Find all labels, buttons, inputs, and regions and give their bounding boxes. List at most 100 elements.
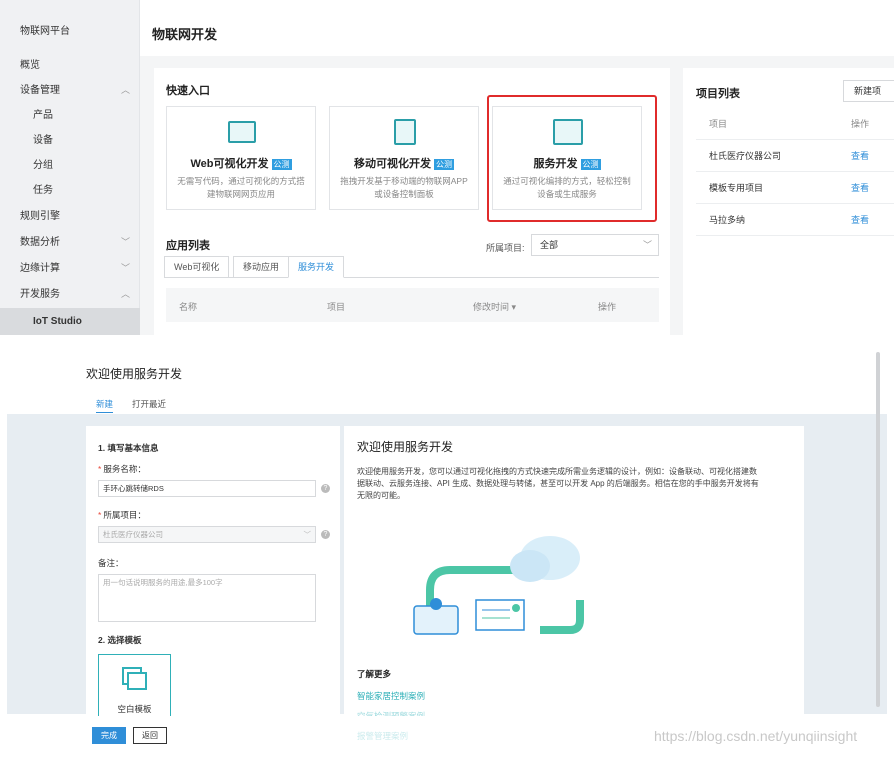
chevron-down-icon: ﹀ <box>303 530 312 539</box>
project-filter-select[interactable]: 全部 ﹀ <box>531 234 659 256</box>
project-list-panel: 项目列表 新建项 项目 操作 杜氏医疗仪器公司 查看 模板专用项目 查看 马拉多… <box>683 68 894 335</box>
sidebar-item-product[interactable]: 产品 <box>0 103 140 128</box>
tab-new[interactable]: 新建 <box>96 398 114 413</box>
service-name-input[interactable]: 手环心跳转储RDS <box>98 480 316 497</box>
sidebar-label: 分组 <box>33 160 53 171</box>
learn-more-title: 了解更多 <box>357 669 392 679</box>
sidebar: 物联网平台 概览 设备管理 ︿ 产品 设备 分组 任务 规则引擎 数据分析 ﹀ 边缘… <box>0 0 140 335</box>
project-select-value: 杜氏医疗仪器公司 <box>103 530 163 539</box>
note-label: 备注： <box>98 558 124 568</box>
page-title: 物联网开发 <box>152 27 218 42</box>
col-actions: 操作 <box>598 302 617 312</box>
back-button[interactable]: 返回 <box>133 727 167 744</box>
label-text: 所属项目： <box>103 510 146 520</box>
top-header <box>140 0 894 56</box>
web-visual-icon <box>228 121 256 143</box>
card-desc: 拖拽开发基于移动端的物联网APP或设备控制面板 <box>340 176 468 199</box>
watermark: https://blog.csdn.net/yunqiinsight <box>654 728 858 744</box>
service-name-label: * 服务名称： <box>98 463 146 475</box>
project-name: 模板专用项目 <box>709 183 764 193</box>
beta-badge: 公测 <box>434 159 454 170</box>
dialog-title: 欢迎使用服务开发 <box>86 367 183 381</box>
project-filter-label: 所属项目: <box>486 243 525 253</box>
sidebar-label: 开发服务 <box>20 289 60 300</box>
sidebar-item-edge[interactable]: 边缘计算 ﹀ <box>0 256 140 281</box>
section-basic-info: 1. 填写基本信息 <box>98 443 159 453</box>
sidebar-item-data-analysis[interactable]: 数据分析 ﹀ <box>0 230 140 255</box>
card-title: Web可视化开发 <box>190 158 269 170</box>
sidebar-item-group[interactable]: 分组 <box>0 153 140 178</box>
new-project-button[interactable]: 新建项 <box>843 80 894 102</box>
sidebar-label: IoT Studio <box>33 316 82 327</box>
col-project: 项目 <box>327 302 346 312</box>
sidebar-item-device[interactable]: 设备 <box>0 128 140 153</box>
col-modified[interactable]: 修改时间 ▾ <box>473 300 516 313</box>
scrollbar[interactable] <box>876 352 880 707</box>
required-mark: * <box>98 464 102 474</box>
col-name: 名称 <box>179 302 198 312</box>
chevron-up-icon: ︿ <box>120 289 130 299</box>
sidebar-item-overview[interactable]: 概览 <box>0 53 140 78</box>
col-action: 操作 <box>851 119 870 129</box>
tab-open-recent[interactable]: 打开最近 <box>132 398 166 410</box>
sidebar-label: 物联网平台 <box>20 26 70 37</box>
sidebar-item-rule-engine[interactable]: 规则引擎 <box>0 204 140 229</box>
sidebar-item-device-mgmt[interactable]: 设备管理 ︿ <box>0 78 140 103</box>
done-button[interactable]: 完成 <box>92 727 126 744</box>
sidebar-item-dev-service[interactable]: 开发服务 ︿ <box>0 282 140 307</box>
template-label: 空白模板 <box>117 704 152 714</box>
project-label: * 所属项目： <box>98 509 146 521</box>
required-mark: * <box>98 510 102 520</box>
sidebar-label: 规则引擎 <box>20 211 60 222</box>
tab-web-visual[interactable]: Web可视化 <box>164 256 230 278</box>
col-project: 项目 <box>709 119 728 129</box>
view-link[interactable]: 查看 <box>851 204 869 236</box>
sidebar-label: 边缘计算 <box>20 263 60 274</box>
app-tabs: Web可视化 移动应用 服务开发 <box>164 256 659 278</box>
service-illustration <box>413 536 584 635</box>
project-select[interactable]: 杜氏医疗仪器公司 ﹀ <box>98 526 316 543</box>
sidebar-item-platform[interactable]: 物联网平台 <box>0 19 140 44</box>
template-blank[interactable]: 空白模板 <box>98 654 171 718</box>
mobile-visual-icon <box>394 119 416 145</box>
beta-badge: 公测 <box>271 159 292 170</box>
welcome-title: 欢迎使用服务开发 <box>357 440 454 454</box>
project-row: 模板专用项目 查看 <box>696 172 894 204</box>
project-list-title: 项目列表 <box>696 88 740 100</box>
sidebar-item-iot-studio[interactable]: IoT Studio <box>0 308 140 335</box>
chevron-down-icon: ﹀ <box>120 237 130 247</box>
sidebar-label: 设备管理 <box>20 85 60 96</box>
card-web-visual[interactable]: Web可视化开发 公测 无需写代码，通过可视化的方式搭建物联网网页应用 <box>166 106 316 210</box>
chevron-down-icon: ﹀ <box>120 263 130 273</box>
sidebar-label: 任务 <box>33 185 53 196</box>
card-title: 移动可视化开发 <box>354 158 431 170</box>
view-link[interactable]: 查看 <box>851 172 869 204</box>
help-icon[interactable]: ? <box>321 484 330 493</box>
project-row: 马拉多纳 查看 <box>696 204 894 236</box>
highlight-box <box>487 95 657 222</box>
project-name: 杜氏医疗仪器公司 <box>709 151 782 161</box>
sidebar-item-task[interactable]: 任务 <box>0 178 140 203</box>
section-template: 2. 选择模板 <box>98 635 142 645</box>
view-link[interactable]: 查看 <box>851 140 869 172</box>
project-table-header: 项目 操作 <box>696 108 894 140</box>
tab-mobile-app[interactable]: 移动应用 <box>233 256 290 278</box>
case-link-smart-home[interactable]: 智能家居控制案例 <box>357 690 425 702</box>
case-link-alarm[interactable]: 报警管理案例 <box>357 730 408 742</box>
card-desc: 无需写代码，通过可视化的方式搭建物联网网页应用 <box>177 176 305 199</box>
sidebar-label: 产品 <box>33 110 53 121</box>
chevron-up-icon: ︿ <box>120 85 130 95</box>
form-card: 1. 填写基本信息 * 服务名称： 手环心跳转储RDS ? * 所属项目： 杜氏医疗… <box>86 426 340 718</box>
welcome-card: 欢迎使用服务开发 欢迎使用服务开发，您可以通过可视化拖拽的方式快速完成所需业务逻… <box>344 426 804 721</box>
app-list-title: 应用列表 <box>166 240 210 252</box>
note-textarea[interactable]: 用一句话说明服务的用途,最多100字 <box>98 574 316 622</box>
blank-template-icon <box>122 667 147 690</box>
card-mobile-visual[interactable]: 移动可视化开发 公测 拖拽开发基于移动端的物联网APP或设备控制面板 <box>329 106 479 210</box>
sidebar-label: 设备 <box>33 135 53 146</box>
tab-service-dev[interactable]: 服务开发 <box>288 256 345 278</box>
project-filter-value: 全部 <box>540 240 559 250</box>
quick-entry-title: 快速入口 <box>166 85 210 97</box>
sidebar-label: 概览 <box>20 60 40 71</box>
help-icon[interactable]: ? <box>321 530 330 539</box>
project-row: 杜氏医疗仪器公司 查看 <box>696 140 894 172</box>
